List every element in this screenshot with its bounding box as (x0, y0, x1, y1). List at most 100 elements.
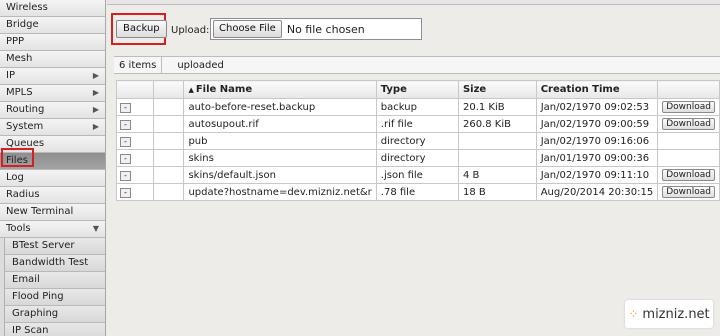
table-row: - update?hostname=dev.mizniz.net&r .78 fil… (116, 183, 720, 201)
chevron-right-icon: ▶ (92, 71, 99, 80)
file-name-cell[interactable]: update?hostname=dev.mizniz.net&r (183, 183, 377, 201)
remove-row-button[interactable]: - (120, 119, 131, 130)
row-blank-cell (152, 115, 185, 133)
upload-file-input[interactable]: Choose File No file chosen (210, 18, 422, 40)
file-size-cell (457, 132, 537, 150)
creation-time-cell: Jan/02/1970 09:02:53 (535, 98, 659, 116)
sidebar: Wireless Bridge PPP Mesh IP ▶ MPLS ▶ Routing ▶ Sys… (0, 0, 106, 336)
row-action-cell: - (116, 183, 154, 201)
remove-row-button[interactable]: - (120, 153, 131, 164)
upload-label: Upload: (171, 25, 210, 36)
header-blank (152, 80, 185, 99)
header-file-name[interactable]: ▲ File Name (183, 80, 377, 99)
remove-row-button[interactable]: - (120, 170, 131, 181)
file-name-cell[interactable]: skins/default.json (183, 166, 377, 184)
item-count-bar: 6 items uploaded (114, 56, 720, 74)
sidebar-item-radius[interactable]: Radius (0, 187, 105, 204)
row-action-cell: - (116, 132, 154, 150)
sidebar-item-label: Tools (6, 223, 31, 234)
row-action-cell: - (116, 166, 154, 184)
table-row: - autosupout.rif .rif file 260.8 KiB Jan/02/… (116, 115, 720, 133)
sidebar-item-log[interactable]: Log (0, 170, 105, 187)
file-name-cell[interactable]: pub (183, 132, 377, 150)
remove-row-button[interactable]: - (120, 187, 131, 198)
download-cell (657, 149, 720, 167)
header-creation-time[interactable]: Creation Time (535, 80, 659, 99)
main-panel: Backup Upload: Choose File No file chose… (107, 0, 720, 336)
sidebar-item-system[interactable]: System ▶ (0, 119, 105, 136)
row-blank-cell (152, 166, 185, 184)
file-status-text: No file chosen (286, 22, 365, 36)
chevron-right-icon: ▶ (92, 122, 99, 131)
count-divider (161, 56, 172, 74)
chevron-right-icon: ▶ (92, 88, 99, 97)
header-action (116, 80, 154, 99)
file-type-cell: .json file (375, 166, 459, 184)
file-size-cell: 4 B (457, 166, 537, 184)
download-button[interactable]: Download (662, 101, 715, 113)
download-button[interactable]: Download (662, 118, 715, 130)
backup-button[interactable]: Backup (116, 20, 167, 38)
row-blank-cell (152, 98, 185, 116)
sidebar-subitem-flood-ping[interactable]: Flood Ping (4, 289, 105, 306)
file-size-cell: 18 B (457, 183, 537, 201)
sidebar-item-routing[interactable]: Routing ▶ (0, 102, 105, 119)
table-row: - pub directory Jan/02/1970 09:16:06 (116, 132, 720, 150)
sidebar-item-label: Bridge (6, 19, 39, 30)
sidebar-item-label: Queues (6, 138, 45, 149)
sidebar-item-tools[interactable]: Tools ▼ (0, 221, 105, 238)
file-size-cell: 20.1 KiB (457, 98, 537, 116)
sidebar-subitem-email[interactable]: Email (4, 272, 105, 289)
file-size-cell: 260.8 KiB (457, 115, 537, 133)
sidebar-subitem-btest-server[interactable]: BTest Server (4, 238, 105, 255)
creation-time-cell: Jan/02/1970 09:11:10 (535, 166, 659, 184)
sidebar-item-label: Files (6, 155, 28, 166)
sidebar-item-mpls[interactable]: MPLS ▶ (0, 85, 105, 102)
sidebar-item-ip[interactable]: IP ▶ (0, 68, 105, 85)
download-cell: Download (657, 115, 720, 133)
creation-time-cell: Aug/20/2014 20:30:15 (535, 183, 659, 201)
file-type-cell: .78 file (375, 183, 459, 201)
sidebar-item-label: IP (6, 70, 15, 81)
sidebar-item-files[interactable]: Files (0, 153, 105, 170)
sidebar-item-label: Routing (6, 104, 45, 115)
row-action-cell: - (116, 149, 154, 167)
sidebar-item-label: Radius (6, 189, 40, 200)
table-row: - skins directory Jan/01/1970 09:00:36 (116, 149, 720, 167)
sidebar-item-new-terminal[interactable]: New Terminal (0, 204, 105, 221)
sidebar-item-label: New Terminal (6, 206, 74, 217)
choose-file-button[interactable]: Choose File (213, 20, 282, 38)
row-action-cell: - (116, 115, 154, 133)
header-size[interactable]: Size (457, 80, 537, 99)
filter-label: uploaded (177, 59, 224, 71)
sidebar-subitem-ip-scan[interactable]: IP Scan (4, 323, 105, 336)
sidebar-item-mesh[interactable]: Mesh (0, 51, 105, 68)
sort-up-icon: ▲ (188, 86, 194, 94)
sidebar-item-bridge[interactable]: Bridge (0, 17, 105, 34)
sidebar-menu: Wireless Bridge PPP Mesh IP ▶ MPLS ▶ Routing ▶ Sys… (0, 0, 105, 336)
sidebar-item-wireless[interactable]: Wireless (0, 0, 105, 17)
file-name-cell[interactable]: autosupout.rif (183, 115, 377, 133)
row-blank-cell (152, 132, 185, 150)
file-name-cell[interactable]: auto-before-reset.backup (183, 98, 377, 116)
sidebar-item-queues[interactable]: Queues (0, 136, 105, 153)
file-type-cell: directory (375, 132, 459, 150)
file-name-cell[interactable]: skins (183, 149, 377, 167)
file-type-cell: backup (375, 98, 459, 116)
download-button[interactable]: Download (662, 169, 715, 181)
remove-row-button[interactable]: - (120, 102, 131, 113)
download-button[interactable]: Download (662, 186, 715, 198)
download-cell: Download (657, 98, 720, 116)
sidebar-item-ppp[interactable]: PPP (0, 34, 105, 51)
sidebar-subitem-bandwidth-test[interactable]: Bandwidth Test (4, 255, 105, 272)
sidebar-item-label: System (6, 121, 44, 132)
table-row: - auto-before-reset.backup backup 20.1 KiB J… (116, 98, 720, 116)
table-header: ▲ File Name Type Size Creation Time (116, 80, 720, 99)
file-type-cell: directory (375, 149, 459, 167)
sidebar-item-label: MPLS (6, 87, 33, 98)
remove-row-button[interactable]: - (120, 136, 131, 147)
header-type[interactable]: Type (375, 80, 459, 99)
sidebar-subitem-graphing[interactable]: Graphing (4, 306, 105, 323)
brand-dots-icon: ⁘ (628, 307, 639, 321)
creation-time-cell: Jan/01/1970 09:00:36 (535, 149, 659, 167)
